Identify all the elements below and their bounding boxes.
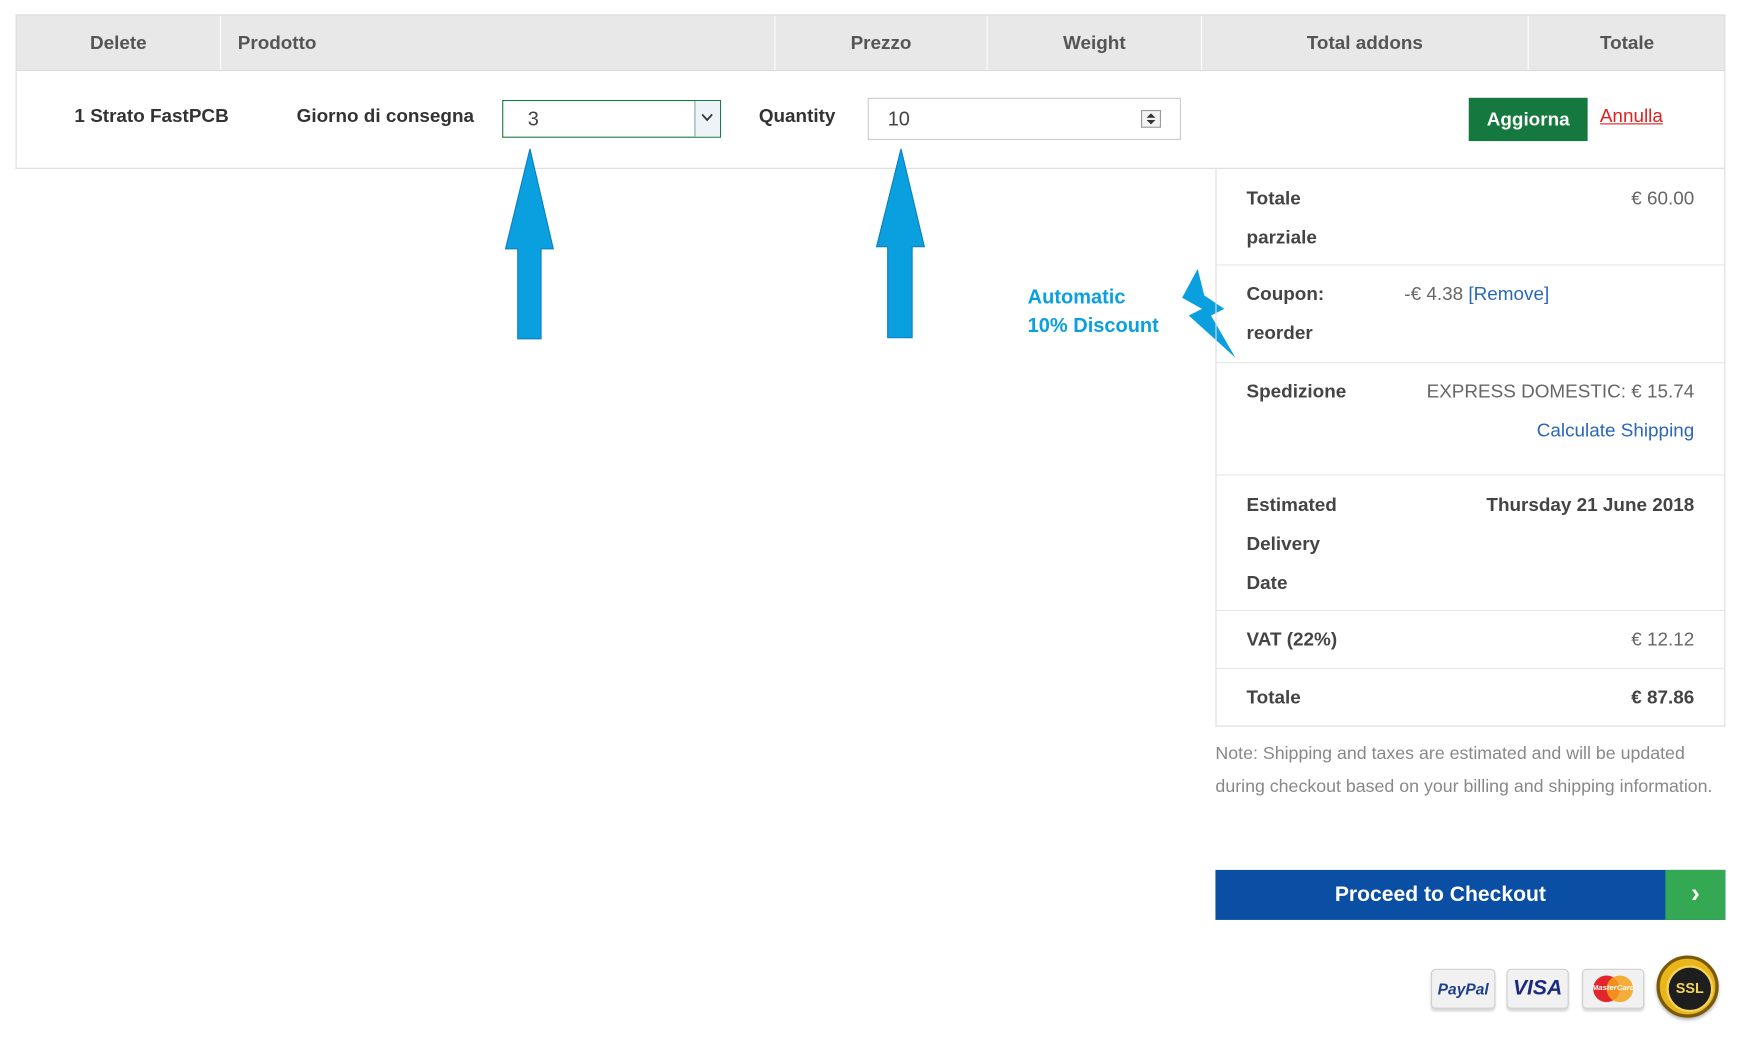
vat-label: VAT (22%) (1246, 628, 1338, 650)
ssl-seal: SSL (1656, 955, 1719, 1018)
checkout-label: Proceed to Checkout (1334, 883, 1546, 907)
total-label: Totale (1246, 686, 1301, 708)
quantity-input[interactable]: 10 (867, 97, 1181, 140)
visa-badge: VISA (1506, 968, 1569, 1009)
delivery-day-label: Giorno di consegna (296, 105, 474, 127)
delivery-day-select[interactable]: 3 (502, 99, 722, 138)
coupon-code: reorder (1246, 322, 1313, 344)
annotation-line-1: Automatic (1027, 285, 1126, 308)
mastercard-badge-text: MasterCard (1591, 984, 1635, 993)
cart-table-header: Delete Prodotto Prezzo Weight Total addo… (15, 14, 1726, 72)
coupon-value: -€ 4.38 (1404, 283, 1464, 305)
header-prodotto: Prodotto (237, 32, 317, 54)
header-weight: Weight (1063, 32, 1126, 54)
paypal-badge-text: PayPal (1437, 979, 1489, 998)
update-button[interactable]: Aggiorna (1468, 97, 1588, 142)
product-name: 1 Strato FastPCB (74, 105, 229, 127)
chevron-down-icon (701, 113, 713, 122)
subtotal-label: Totale (1246, 187, 1301, 209)
subtotal-row: Totale parziale € 60.00 (1216, 169, 1725, 266)
dropdown-toggle[interactable] (694, 101, 720, 137)
delivery-date-row: Estimated Delivery Date Thursday 21 June… (1216, 476, 1725, 612)
header-total-addons: Total addons (1306, 32, 1423, 54)
mastercard-badge: MasterCard (1582, 968, 1645, 1009)
shipping-label: Spedizione (1246, 381, 1347, 403)
spinner-arrows-icon[interactable] (1140, 109, 1161, 128)
coupon-row: Coupon: reorder -€ 4.38 [Remove] (1216, 266, 1725, 364)
quantity-label: Quantity (758, 105, 836, 127)
header-divider (219, 15, 222, 70)
header-prezzo: Prezzo (850, 32, 912, 54)
paypal-badge: PayPal (1430, 968, 1496, 1009)
total-value: € 87.86 (1631, 686, 1695, 708)
cart-totals: Totale parziale € 60.00 Coupon: reorder … (1215, 168, 1726, 727)
total-row: Totale € 87.86 (1217, 669, 1725, 726)
chevron-right-icon: › (1665, 869, 1726, 920)
delivery-date-label-2: Delivery (1246, 533, 1321, 555)
subtotal-label-2: parziale (1246, 226, 1317, 248)
cancel-link[interactable]: Annulla (1600, 106, 1663, 128)
subtotal-value: € 60.00 (1631, 187, 1695, 209)
delivery-date-label-3: Date (1246, 572, 1288, 594)
delivery-date-label: Estimated (1246, 494, 1337, 516)
vat-row: VAT (22%) € 12.12 (1216, 611, 1725, 669)
ssl-seal-text: SSL (1666, 965, 1714, 1013)
vat-value: € 12.12 (1631, 628, 1695, 650)
shipping-value: EXPRESS DOMESTIC: € 15.74 (1426, 381, 1695, 403)
discount-annotation: Automatic 10% Discount (1028, 282, 1159, 340)
header-totale: Totale (1599, 32, 1655, 54)
calculate-shipping-link[interactable]: Calculate Shipping (1537, 411, 1695, 450)
visa-badge-text: VISA (1512, 976, 1563, 1000)
arrow-up-icon (875, 148, 926, 339)
proceed-to-checkout-button[interactable]: Proceed to Checkout › (1215, 869, 1726, 920)
delivery-day-value: 3 (527, 107, 539, 130)
coupon-remove-link[interactable]: [Remove] (1468, 283, 1549, 304)
annotation-line-2: 10% Discount (1027, 314, 1159, 337)
coupon-value-group: -€ 4.38 [Remove] (1404, 274, 1549, 313)
arrow-up-icon (504, 148, 554, 340)
shipping-row: Spedizione EXPRESS DOMESTIC: € 15.74 Cal… (1216, 363, 1725, 476)
delivery-date-value: Thursday 21 June 2018 (1486, 494, 1695, 516)
coupon-label: Coupon: (1246, 283, 1325, 305)
shipping-note: Note: Shipping and taxes are estimated a… (1215, 744, 1713, 797)
quantity-value: 10 (887, 107, 910, 130)
header-delete: Delete (89, 32, 147, 54)
